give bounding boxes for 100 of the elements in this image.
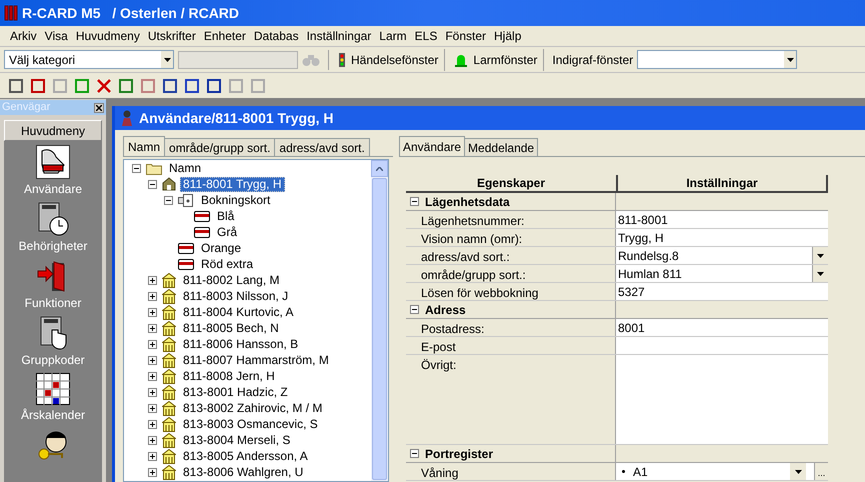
menu-item[interactable]: Huvudmeny — [72, 27, 144, 45]
expand-icon[interactable] — [148, 308, 156, 316]
property-value[interactable]: 811-8001 — [616, 211, 828, 228]
expand-icon[interactable] — [148, 292, 156, 300]
tree-item[interactable]: Blå — [214, 208, 238, 224]
tree-item[interactable]: 811-8003 Nilsson, J — [180, 288, 292, 304]
expand-icon[interactable] — [148, 404, 156, 412]
tree-item[interactable]: 813-8006 Wahlgren, U — [180, 464, 306, 480]
panel-header: Genvägar — [0, 100, 106, 115]
menu-item[interactable]: Fönster — [441, 27, 490, 45]
toolbar-button[interactable]: Larmfönster — [449, 48, 544, 70]
tree-item[interactable]: 813-8005 Andersson, A — [180, 448, 311, 464]
tab[interactable]: adress/avd sort. — [275, 138, 370, 156]
tree-item[interactable]: 811-8006 Hansson, B — [180, 336, 302, 352]
collapse-icon[interactable] — [148, 180, 156, 188]
expand-icon[interactable] — [148, 324, 156, 332]
menu-item[interactable]: Utskrifter — [144, 27, 200, 45]
tree-item[interactable]: Grå — [214, 224, 240, 240]
tree-item[interactable]: 813-8001 Hadzic, Z — [180, 384, 291, 400]
scrollbar[interactable] — [371, 160, 388, 481]
tree-item[interactable]: 811-8002 Lang, M — [180, 272, 283, 288]
tree-item[interactable]: 811-8005 Bech, N — [180, 320, 282, 336]
menu-item[interactable]: Arkiv — [6, 27, 41, 45]
dropdown-arrow-icon — [817, 254, 824, 258]
dropdown-arrow-icon — [164, 58, 170, 62]
expand-icon[interactable] — [148, 340, 156, 348]
traffic-light-icon — [339, 52, 345, 66]
cards-icon — [178, 193, 194, 207]
shortcut-label[interactable]: Användare — [24, 182, 82, 196]
property-value[interactable]: 8001 — [616, 319, 828, 336]
house-icon — [162, 416, 176, 432]
expand-icon[interactable] — [148, 420, 156, 428]
expand-icon[interactable] — [148, 356, 156, 364]
house-icon — [162, 368, 176, 384]
expand-icon[interactable] — [148, 436, 156, 444]
collapse-icon[interactable] — [132, 164, 140, 172]
menu-item[interactable]: Databas — [250, 27, 303, 45]
house-icon — [162, 177, 176, 191]
app-logo-icon — [4, 5, 18, 21]
shortcut-label[interactable]: Gruppkoder — [21, 353, 85, 367]
indigraf-select[interactable] — [637, 50, 798, 69]
tree-item[interactable]: 811-8001 Trygg, H — [180, 176, 285, 192]
property-value[interactable]: 5327 — [616, 283, 828, 300]
property-value[interactable]: Trygg, H — [616, 229, 828, 246]
tree-item[interactable]: 813-8004 Merseli, S — [180, 432, 294, 448]
tree-item[interactable]: Namn — [166, 160, 204, 176]
menu-item[interactable]: Larm — [375, 27, 411, 45]
folder-icon — [146, 162, 162, 174]
tree-item[interactable]: Bokningskort — [198, 192, 274, 208]
property-select[interactable]: A1 ... — [616, 463, 828, 480]
ellipsis-button[interactable]: ... — [814, 463, 828, 480]
collapse-icon[interactable] — [164, 196, 172, 204]
menu-item[interactable]: ELS — [410, 27, 442, 45]
house-icon — [162, 272, 176, 288]
tab[interactable]: Namn — [123, 136, 166, 156]
menu-item[interactable]: Enheter — [200, 27, 250, 45]
expand-icon[interactable] — [148, 276, 156, 284]
house-icon — [162, 288, 176, 304]
column-header: Inställningar — [616, 175, 828, 191]
dropdown-arrow-icon — [794, 470, 802, 474]
expand-icon[interactable] — [148, 388, 156, 396]
tree-item[interactable]: 813-8003 Osmancevic, S — [180, 416, 321, 432]
collapse-icon[interactable] — [410, 197, 419, 206]
category-select[interactable]: Välj kategori — [4, 50, 174, 69]
house-icon — [162, 352, 176, 368]
dropdown-arrow-icon — [786, 58, 794, 62]
tab[interactable]: område/grupp sort. — [165, 138, 276, 156]
house-icon — [162, 400, 176, 416]
tree-item[interactable]: Orange — [198, 240, 244, 256]
expand-icon[interactable] — [148, 372, 156, 380]
tab[interactable]: Användare — [399, 136, 466, 156]
menu-item[interactable]: Inställningar — [302, 27, 376, 45]
search-field[interactable] — [178, 50, 298, 68]
delete-icon[interactable] — [96, 78, 112, 94]
tree-item[interactable]: Röd extra — [198, 256, 256, 272]
toolbar-button[interactable]: Händelsefönster — [333, 48, 446, 70]
tree-item[interactable]: 813-8002 Zahirovic, M / M — [180, 400, 326, 416]
collapse-icon[interactable] — [410, 449, 419, 458]
tree-item[interactable]: 811-8008 Jern, H — [180, 368, 278, 384]
tab[interactable]: Meddelande — [465, 138, 538, 156]
house-icon — [162, 432, 176, 448]
property-select[interactable]: Humlan 811 — [616, 265, 828, 282]
menu-item[interactable]: Hjälp — [490, 27, 526, 45]
window-title: R-CARD M5 / Osterlen / RCARD — [22, 4, 240, 22]
shortcut-label[interactable]: Årskalender — [20, 408, 86, 422]
house-icon — [162, 464, 176, 480]
tree-item[interactable]: 811-8007 Hammarström, M — [180, 352, 332, 368]
calendar-icon — [36, 373, 70, 405]
group-button[interactable]: Huvudmeny — [4, 120, 102, 141]
expand-icon[interactable] — [148, 452, 156, 460]
shortcut-label[interactable]: Behörigheter — [18, 239, 88, 253]
tree-item[interactable]: 811-8004 Kurtovic, A — [180, 304, 297, 320]
house-icon — [162, 384, 176, 400]
menu-item[interactable]: Visa — [40, 27, 72, 45]
expand-icon[interactable] — [148, 468, 156, 476]
property-select[interactable]: Rundelsg.8 — [616, 247, 828, 264]
scroll-up-icon[interactable] — [376, 166, 383, 170]
close-icon[interactable] — [94, 102, 104, 112]
collapse-icon[interactable] — [410, 305, 419, 314]
shortcut-label[interactable]: Funktioner — [24, 296, 82, 310]
